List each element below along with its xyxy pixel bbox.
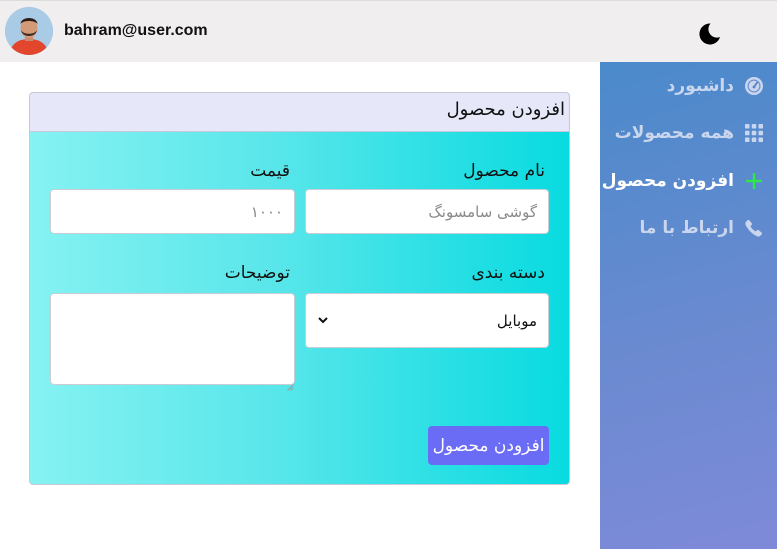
price-label: قیمت — [250, 161, 290, 181]
card-title: افزودن محصول — [446, 99, 565, 120]
grid-icon — [743, 122, 765, 144]
sidebar-item-label: ارتباط با ما — [639, 218, 735, 238]
sidebar-item-all-products[interactable]: همه محصولات — [615, 118, 765, 148]
avatar-photo — [5, 7, 53, 55]
card-header: افزودن محصول — [30, 93, 569, 132]
user-profile[interactable]: bahram@user.com — [5, 7, 208, 55]
sidebar-item-add-product[interactable]: افزودن محصول — [602, 166, 765, 196]
moon-icon[interactable] — [696, 21, 722, 47]
price-input[interactable] — [50, 189, 295, 234]
add-product-card: افزودن محصول نام محصول قیمت دسته بندی مو… — [29, 92, 570, 485]
sidebar-item-label: همه محصولات — [614, 123, 734, 143]
sidebar: داشبورد همه محصولات افزودن محصول ارتباط … — [600, 62, 777, 549]
user-email: bahram@user.com — [64, 22, 208, 39]
description-label: توضیحات — [224, 263, 290, 283]
sidebar-item-label: داشبورد — [666, 76, 734, 96]
avatar[interactable] — [5, 7, 53, 55]
sidebar-item-contact[interactable]: ارتباط با ما — [640, 213, 766, 243]
description-textarea[interactable] — [50, 293, 295, 385]
category-select[interactable]: موبایل — [305, 293, 549, 348]
sidebar-item-dashboard[interactable]: داشبورد — [667, 71, 765, 101]
resize-handle-icon[interactable] — [287, 376, 294, 391]
gauge-icon — [743, 75, 765, 97]
category-label: دسته بندی — [471, 263, 545, 283]
product-name-input[interactable] — [305, 189, 549, 234]
category-selected-value: موبایل — [496, 311, 537, 330]
top-bar: bahram@user.com — [0, 0, 777, 62]
add-product-button[interactable]: افزودن محصول — [428, 426, 549, 465]
chevron-down-icon — [317, 312, 329, 330]
phone-icon — [743, 217, 765, 239]
plus-icon — [743, 170, 765, 192]
sidebar-item-label: افزودن محصول — [601, 171, 734, 191]
product-name-label: نام محصول — [463, 161, 545, 181]
